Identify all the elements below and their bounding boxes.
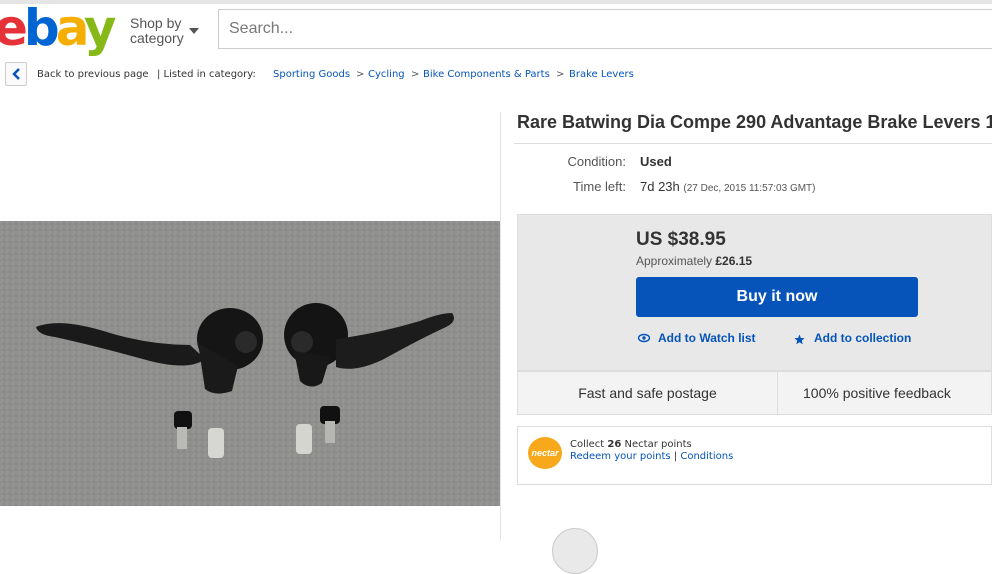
eye-icon [638,333,650,343]
nectar-links: Redeem your points | Conditions [570,451,733,462]
breadcrumb-item-sporting-goods[interactable]: Sporting Goods [273,69,350,80]
conditions-link[interactable]: Conditions [680,451,733,462]
nectar-collect-text: Collect 26 Nectar points [570,439,692,450]
globe-icon [552,528,598,574]
approx-label: Approximately [636,254,713,268]
link-divider: | [673,451,678,462]
star-icon [794,334,805,345]
image-panel [0,112,501,541]
collect-prefix: Collect [570,439,605,450]
item-title: Rare Batwing Dia Compe 290 Advantage Bra… [517,112,992,132]
condition-text: Used [640,154,672,169]
product-photo[interactable] [0,221,500,506]
fast-postage-feature: Fast and safe postage [517,371,778,415]
chevron-down-icon [189,28,199,34]
approx-price: Approximately £26.15 [636,254,752,268]
nectar-points: 26 [607,439,622,450]
redeem-points-link[interactable]: Redeem your points [570,451,671,462]
search-box[interactable] [218,9,992,49]
time-left-label: Time left: [573,179,626,194]
title-divider [514,143,992,144]
add-to-collection-link[interactable]: Add to collection [814,331,911,345]
breadcrumb-item-bike-components[interactable]: Bike Components & Parts [423,69,550,80]
time-left-value: 7d 23h (27 Dec, 2015 11:57:03 GMT) [640,179,816,194]
condition-label: Condition: [567,154,626,169]
top-border [0,0,992,4]
breadcrumb-item-cycling[interactable]: Cycling [368,69,405,80]
time-left-text: 7d 23h [640,179,680,194]
approx-value: £26.15 [715,254,753,268]
ebay-logo[interactable]: ebay [0,2,116,54]
shop-by-category-button[interactable]: Shop by category [130,15,199,46]
back-button[interactable] [5,62,27,86]
shop-by-line2: category [130,30,184,46]
positive-feedback-feature: 100% positive feedback [777,371,992,415]
breadcrumb-separator: > [556,69,565,80]
breadcrumb-separator: > [356,69,365,80]
buy-it-now-button[interactable]: Buy it now [636,277,918,317]
listed-in-label: | Listed in category: [157,69,256,80]
add-to-watch-list-link[interactable]: Add to Watch list [658,331,756,345]
chevron-left-icon [12,68,20,80]
time-left-detail: (27 Dec, 2015 11:57:03 GMT) [683,183,816,194]
nectar-logo: nectar [528,437,562,469]
collect-suffix: Nectar points [624,439,692,450]
breadcrumb-separator: > [411,69,420,80]
search-input[interactable] [219,10,992,48]
breadcrumb-item-brake-levers[interactable]: Brake Levers [569,69,634,80]
condition-value: Used [640,154,672,169]
brake-levers-image [0,221,500,506]
back-to-previous-link[interactable]: Back to previous page [37,69,149,80]
shop-by-line1: Shop by [130,15,182,31]
breadcrumb: Back to previous page | Listed in catego… [0,62,992,88]
price: US $38.95 [636,229,726,250]
